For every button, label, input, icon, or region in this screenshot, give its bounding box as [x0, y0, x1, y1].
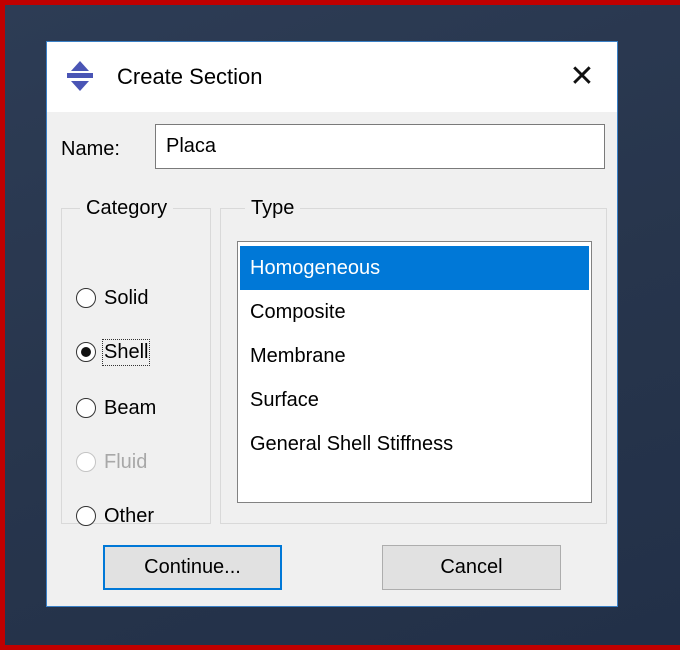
- radio-label: Beam: [104, 396, 157, 419]
- category-legend: Category: [80, 197, 174, 219]
- radio-solid[interactable]: Solid: [76, 281, 148, 315]
- section-app-icon: [67, 60, 93, 92]
- radio-button[interactable]: [76, 506, 96, 526]
- type-listbox[interactable]: Homogeneous Composite Membrane Surface G…: [237, 241, 592, 503]
- dialog-title: Create Section: [117, 64, 263, 89]
- radio-label: Solid: [104, 286, 149, 309]
- list-item[interactable]: Membrane: [240, 334, 589, 378]
- radio-fluid: Fluid: [76, 445, 147, 479]
- radio-button[interactable]: [76, 398, 96, 418]
- cancel-button[interactable]: Cancel: [382, 545, 561, 590]
- list-item[interactable]: Composite: [240, 290, 589, 334]
- screenshot-frame: Create Section ✕ Name: Category Solid Sh…: [0, 0, 680, 650]
- name-input[interactable]: [155, 124, 605, 169]
- type-legend: Type: [245, 197, 301, 219]
- radio-label: Fluid: [104, 450, 148, 473]
- close-button[interactable]: ✕: [547, 42, 617, 112]
- radio-shell[interactable]: Shell: [76, 335, 151, 369]
- radio-beam[interactable]: Beam: [76, 391, 156, 425]
- name-label: Name:: [61, 138, 120, 160]
- category-group: Category Solid Shell Beam Fluid Other: [61, 197, 211, 527]
- radio-button[interactable]: [76, 288, 96, 308]
- radio-label: Other: [104, 504, 155, 527]
- dialog-titlebar[interactable]: Create Section ✕: [47, 42, 617, 112]
- close-icon: ✕: [569, 59, 595, 94]
- radio-label: Shell: [101, 338, 151, 366]
- list-item[interactable]: General Shell Stiffness: [240, 422, 589, 466]
- continue-button[interactable]: Continue...: [103, 545, 282, 590]
- radio-button-disabled: [76, 452, 96, 472]
- create-section-dialog: Create Section ✕ Name: Category Solid Sh…: [46, 41, 618, 607]
- radio-other[interactable]: Other: [76, 499, 154, 533]
- list-item[interactable]: Surface: [240, 378, 589, 422]
- type-group: Type Homogeneous Composite Membrane Surf…: [220, 197, 607, 524]
- radio-button-checked[interactable]: [76, 342, 96, 362]
- list-item[interactable]: Homogeneous: [240, 246, 589, 290]
